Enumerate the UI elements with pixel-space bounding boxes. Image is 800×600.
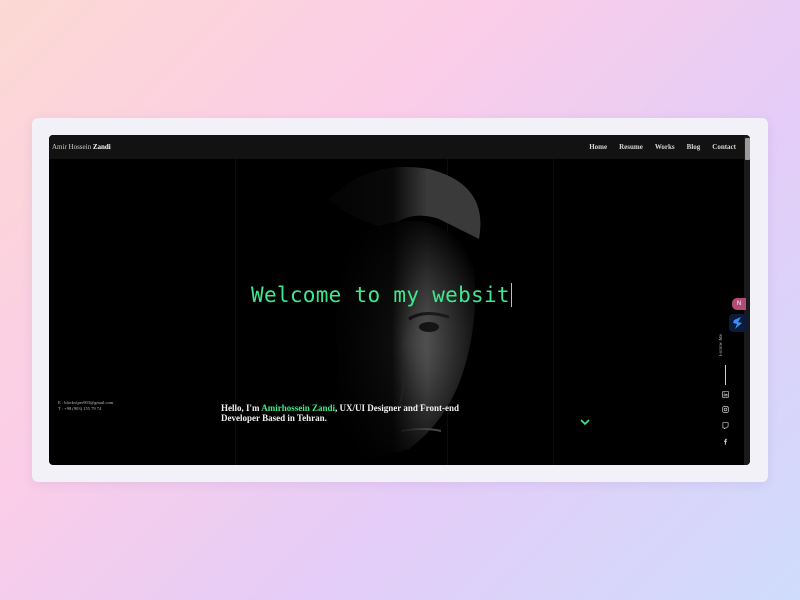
brand-first-name: Amir Hossein — [52, 143, 92, 151]
welcome-text: Welcome to my websit — [251, 283, 510, 307]
scroll-down-chevron-icon[interactable] — [580, 418, 590, 426]
top-navigation-bar: Amir Hossein Zandi Home Resume Works Blo… — [49, 135, 744, 159]
facebook-icon[interactable] — [722, 438, 729, 445]
site-brand[interactable]: Amir Hossein Zandi — [52, 143, 111, 151]
nav-contact[interactable]: Contact — [712, 143, 736, 151]
twitch-icon[interactable] — [722, 422, 729, 429]
contact-info: E : blackviper903@gmail.com T : +98 (903… — [58, 400, 113, 412]
scrollbar-thumb[interactable] — [745, 138, 750, 160]
nav-blog[interactable]: Blog — [687, 143, 701, 151]
follow-divider — [725, 365, 726, 385]
main-nav: Home Resume Works Blog Contact — [589, 143, 736, 151]
welcome-typing-headline: Welcome to my websit — [251, 283, 512, 307]
typing-caret — [510, 283, 512, 307]
nav-home[interactable]: Home — [589, 143, 607, 151]
contact-phone[interactable]: T : +98 (903) 155 79 74 — [58, 406, 113, 412]
nav-resume[interactable]: Resume — [619, 143, 643, 151]
floating-widget-badge[interactable]: N — [732, 298, 746, 310]
linkedin-icon[interactable] — [722, 391, 729, 398]
intro-name: Amirhossein Zandi — [261, 403, 336, 413]
nav-works[interactable]: Works — [655, 143, 675, 151]
website-viewport: Amir Hossein Zandi Home Resume Works Blo… — [49, 135, 750, 465]
intro-paragraph: Hello, I'm Amirhossein Zandi, UX/UI Desi… — [221, 403, 481, 423]
floating-widget-logo-icon[interactable] — [729, 314, 747, 332]
intro-prefix: Hello, I'm — [221, 403, 262, 413]
brand-last-name: Zandi — [92, 143, 111, 151]
instagram-icon[interactable] — [722, 406, 729, 413]
background-grid-line — [553, 159, 554, 465]
follow-me-label: Follow Me — [719, 333, 724, 357]
